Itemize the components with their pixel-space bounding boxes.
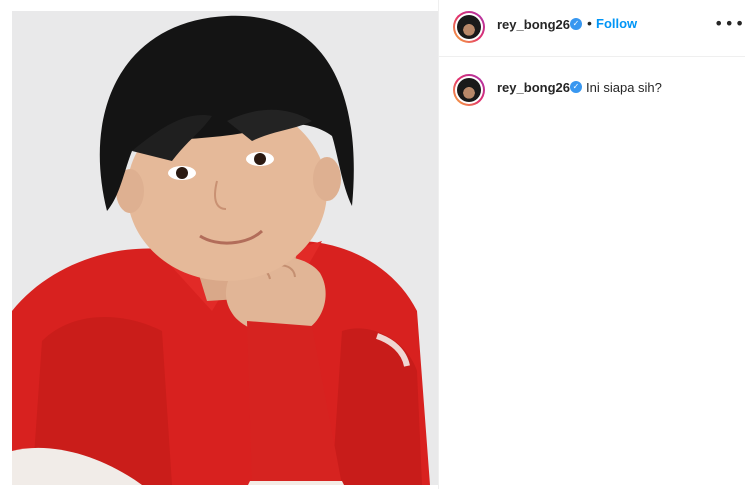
- caption-comment: rey_bong26 ✓ Ini siapa sih?: [439, 56, 745, 116]
- post-header: rey_bong26 ✓ • Follow •••: [439, 0, 745, 57]
- verified-badge-icon: ✓: [570, 18, 582, 30]
- more-options-icon[interactable]: •••: [714, 14, 745, 33]
- follow-button[interactable]: Follow: [596, 16, 637, 31]
- verified-badge-icon: ✓: [570, 81, 582, 93]
- caption-text: Ini siapa sih?: [586, 80, 662, 95]
- instagram-post: rey_bong26 ✓ • Follow ••• rey_bong26 ✓ I…: [0, 0, 745, 489]
- post-photo[interactable]: [12, 11, 438, 485]
- header-username[interactable]: rey_bong26: [497, 17, 570, 32]
- avatar-image: [457, 78, 481, 102]
- comment-avatar[interactable]: [453, 74, 485, 106]
- child-portrait-image: [12, 11, 438, 485]
- avatar-image: [457, 15, 481, 39]
- comment-username[interactable]: rey_bong26: [497, 80, 570, 95]
- separator-dot: •: [587, 15, 592, 31]
- avatar[interactable]: [453, 11, 485, 43]
